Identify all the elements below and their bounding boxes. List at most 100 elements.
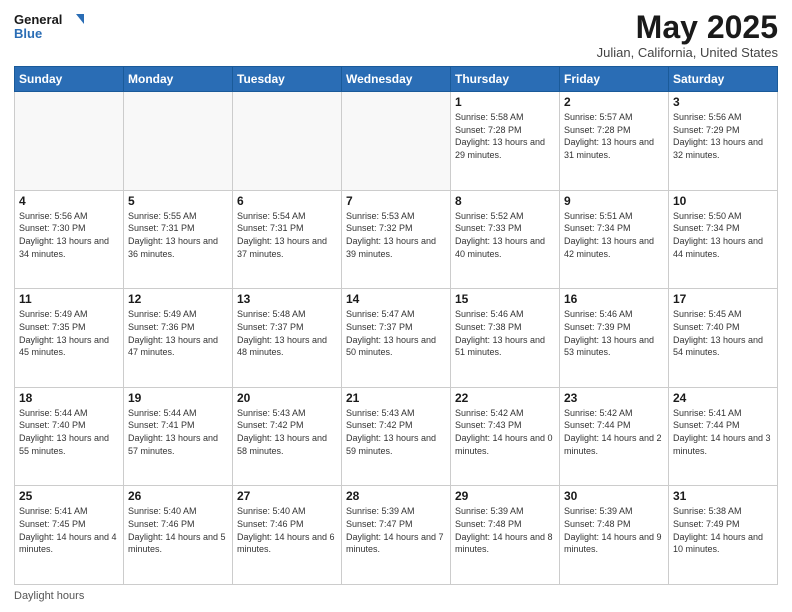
weekday-header: Tuesday xyxy=(233,67,342,92)
calendar-cell: 10 Sunrise: 5:50 AM Sunset: 7:34 PM Dayli… xyxy=(669,190,778,289)
calendar-cell: 23Sunrise: 5:42 AM Sunset: 7:44 PM Dayli… xyxy=(560,387,669,486)
weekday-header: Thursday xyxy=(451,67,560,92)
day-info: Sunrise: 5:55 AM Sunset: 7:31 PM Dayligh… xyxy=(128,210,228,260)
day-info: Sunrise: 5:46 AM Sunset: 7:38 PM Dayligh… xyxy=(455,308,555,358)
calendar-cell: 14 Sunrise: 5:47 AM Sunset: 7:37 PM Dayli… xyxy=(342,289,451,388)
calendar-week-row: 1Sunrise: 5:58 AM Sunset: 7:28 PM Daylig… xyxy=(15,92,778,191)
calendar-cell: 30 Sunrise: 5:39 AM Sunset: 7:48 PM Dayli… xyxy=(560,486,669,585)
day-number: 2 xyxy=(564,95,664,109)
calendar-week-row: 25 Sunrise: 5:41 AM Sunset: 7:45 PM Dayli… xyxy=(15,486,778,585)
day-number: 19 xyxy=(128,391,228,405)
day-number: 8 xyxy=(455,194,555,208)
calendar-header-row: SundayMondayTuesdayWednesdayThursdayFrid… xyxy=(15,67,778,92)
calendar-cell: 27Sunrise: 5:40 AM Sunset: 7:46 PM Dayli… xyxy=(233,486,342,585)
footer: Daylight hours xyxy=(14,590,778,602)
day-info: Sunrise: 5:41 AM Sunset: 7:44 PM Dayligh… xyxy=(673,407,773,457)
day-number: 20 xyxy=(237,391,337,405)
calendar-cell: 31 Sunrise: 5:38 AM Sunset: 7:49 PM Dayli… xyxy=(669,486,778,585)
day-number: 25 xyxy=(19,489,119,503)
day-number: 12 xyxy=(128,292,228,306)
calendar-cell: 6Sunrise: 5:54 AM Sunset: 7:31 PM Daylig… xyxy=(233,190,342,289)
day-number: 23 xyxy=(564,391,664,405)
day-info: Sunrise: 5:41 AM Sunset: 7:45 PM Dayligh… xyxy=(19,505,119,555)
day-number: 14 xyxy=(346,292,446,306)
day-number: 16 xyxy=(564,292,664,306)
day-info: Sunrise: 5:42 AM Sunset: 7:43 PM Dayligh… xyxy=(455,407,555,457)
calendar-cell: 18Sunrise: 5:44 AM Sunset: 7:40 PM Dayli… xyxy=(15,387,124,486)
day-number: 10 xyxy=(673,194,773,208)
calendar-cell: 21Sunrise: 5:43 AM Sunset: 7:42 PM Dayli… xyxy=(342,387,451,486)
calendar-cell: 5 Sunrise: 5:55 AM Sunset: 7:31 PM Daylig… xyxy=(124,190,233,289)
day-number: 28 xyxy=(346,489,446,503)
day-number: 13 xyxy=(237,292,337,306)
calendar-cell: 19Sunrise: 5:44 AM Sunset: 7:41 PM Dayli… xyxy=(124,387,233,486)
weekday-header: Sunday xyxy=(15,67,124,92)
day-number: 22 xyxy=(455,391,555,405)
calendar-cell: 13 Sunrise: 5:48 AM Sunset: 7:37 PM Dayli… xyxy=(233,289,342,388)
day-number: 31 xyxy=(673,489,773,503)
calendar-cell xyxy=(124,92,233,191)
day-number: 5 xyxy=(128,194,228,208)
calendar-cell xyxy=(342,92,451,191)
day-number: 26 xyxy=(128,489,228,503)
day-number: 18 xyxy=(19,391,119,405)
day-info: Sunrise: 5:45 AM Sunset: 7:40 PM Dayligh… xyxy=(673,308,773,358)
header: General Blue May 2025 Julian, California… xyxy=(14,10,778,60)
page: General Blue May 2025 Julian, California… xyxy=(0,0,792,612)
calendar-cell: 9Sunrise: 5:51 AM Sunset: 7:34 PM Daylig… xyxy=(560,190,669,289)
calendar-cell xyxy=(233,92,342,191)
calendar-cell: 26 Sunrise: 5:40 AM Sunset: 7:46 PM Dayli… xyxy=(124,486,233,585)
weekday-header: Saturday xyxy=(669,67,778,92)
calendar-cell: 15 Sunrise: 5:46 AM Sunset: 7:38 PM Dayli… xyxy=(451,289,560,388)
weekday-header: Wednesday xyxy=(342,67,451,92)
calendar-cell: 29 Sunrise: 5:39 AM Sunset: 7:48 PM Dayli… xyxy=(451,486,560,585)
calendar-cell: 4Sunrise: 5:56 AM Sunset: 7:30 PM Daylig… xyxy=(15,190,124,289)
day-number: 4 xyxy=(19,194,119,208)
day-info: Sunrise: 5:38 AM Sunset: 7:49 PM Dayligh… xyxy=(673,505,773,555)
day-info: Sunrise: 5:39 AM Sunset: 7:48 PM Dayligh… xyxy=(455,505,555,555)
svg-text:General: General xyxy=(14,12,62,27)
day-number: 7 xyxy=(346,194,446,208)
subtitle: Julian, California, United States xyxy=(597,45,778,60)
day-info: Sunrise: 5:57 AM Sunset: 7:28 PM Dayligh… xyxy=(564,111,664,161)
day-info: Sunrise: 5:58 AM Sunset: 7:28 PM Dayligh… xyxy=(455,111,555,161)
main-title: May 2025 xyxy=(597,10,778,45)
day-number: 30 xyxy=(564,489,664,503)
calendar-cell: 8Sunrise: 5:52 AM Sunset: 7:33 PM Daylig… xyxy=(451,190,560,289)
calendar-cell: 7 Sunrise: 5:53 AM Sunset: 7:32 PM Daylig… xyxy=(342,190,451,289)
day-info: Sunrise: 5:43 AM Sunset: 7:42 PM Dayligh… xyxy=(237,407,337,457)
day-info: Sunrise: 5:56 AM Sunset: 7:29 PM Dayligh… xyxy=(673,111,773,161)
day-info: Sunrise: 5:46 AM Sunset: 7:39 PM Dayligh… xyxy=(564,308,664,358)
calendar-cell: 11Sunrise: 5:49 AM Sunset: 7:35 PM Dayli… xyxy=(15,289,124,388)
day-number: 15 xyxy=(455,292,555,306)
calendar-cell: 16 Sunrise: 5:46 AM Sunset: 7:39 PM Dayli… xyxy=(560,289,669,388)
calendar-cell: 28 Sunrise: 5:39 AM Sunset: 7:47 PM Dayli… xyxy=(342,486,451,585)
calendar-cell: 12 Sunrise: 5:49 AM Sunset: 7:36 PM Dayli… xyxy=(124,289,233,388)
calendar-cell: 2 Sunrise: 5:57 AM Sunset: 7:28 PM Daylig… xyxy=(560,92,669,191)
logo-svg: General Blue xyxy=(14,10,84,46)
calendar-cell: 24Sunrise: 5:41 AM Sunset: 7:44 PM Dayli… xyxy=(669,387,778,486)
calendar-cell: 25 Sunrise: 5:41 AM Sunset: 7:45 PM Dayli… xyxy=(15,486,124,585)
calendar-cell: 17 Sunrise: 5:45 AM Sunset: 7:40 PM Dayli… xyxy=(669,289,778,388)
day-number: 3 xyxy=(673,95,773,109)
title-block: May 2025 Julian, California, United Stat… xyxy=(597,10,778,60)
weekday-header: Friday xyxy=(560,67,669,92)
day-info: Sunrise: 5:53 AM Sunset: 7:32 PM Dayligh… xyxy=(346,210,446,260)
svg-text:Blue: Blue xyxy=(14,26,42,41)
calendar-cell: 20 Sunrise: 5:43 AM Sunset: 7:42 PM Dayli… xyxy=(233,387,342,486)
day-info: Sunrise: 5:48 AM Sunset: 7:37 PM Dayligh… xyxy=(237,308,337,358)
day-info: Sunrise: 5:40 AM Sunset: 7:46 PM Dayligh… xyxy=(128,505,228,555)
day-number: 29 xyxy=(455,489,555,503)
day-number: 17 xyxy=(673,292,773,306)
day-info: Sunrise: 5:47 AM Sunset: 7:37 PM Dayligh… xyxy=(346,308,446,358)
day-info: Sunrise: 5:39 AM Sunset: 7:47 PM Dayligh… xyxy=(346,505,446,555)
day-info: Sunrise: 5:40 AM Sunset: 7:46 PM Dayligh… xyxy=(237,505,337,555)
day-info: Sunrise: 5:50 AM Sunset: 7:34 PM Dayligh… xyxy=(673,210,773,260)
day-number: 6 xyxy=(237,194,337,208)
day-info: Sunrise: 5:49 AM Sunset: 7:36 PM Dayligh… xyxy=(128,308,228,358)
day-info: Sunrise: 5:43 AM Sunset: 7:42 PM Dayligh… xyxy=(346,407,446,457)
day-info: Sunrise: 5:39 AM Sunset: 7:48 PM Dayligh… xyxy=(564,505,664,555)
calendar-body: 1Sunrise: 5:58 AM Sunset: 7:28 PM Daylig… xyxy=(15,92,778,585)
logo: General Blue xyxy=(14,10,84,46)
calendar-cell: 22 Sunrise: 5:42 AM Sunset: 7:43 PM Dayli… xyxy=(451,387,560,486)
